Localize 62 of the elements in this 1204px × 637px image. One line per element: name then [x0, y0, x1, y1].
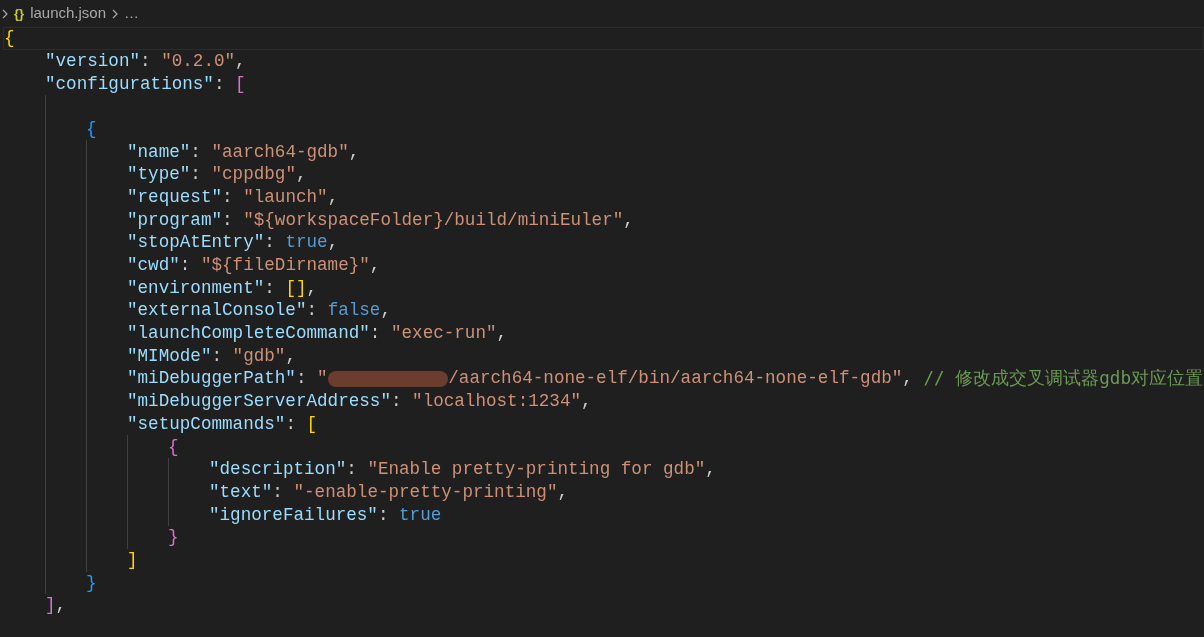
code-string: "0.2.0": [161, 49, 236, 73]
code-punct: :: [211, 344, 224, 368]
code-punct: ,: [235, 49, 246, 73]
code-punct: ,: [705, 458, 716, 482]
code-string: "-enable-pretty-printing": [293, 480, 558, 504]
code-punct: :: [190, 140, 202, 164]
code-string: "exec-run": [390, 322, 497, 346]
code-punct: :: [285, 412, 297, 436]
code-punct: ,: [55, 594, 67, 618]
chevron-icon: [2, 8, 8, 19]
code-punct: :: [369, 322, 382, 346]
code-punct: :: [222, 185, 234, 209]
json-file-icon: {}: [14, 3, 25, 24]
code-punct: :: [272, 480, 284, 504]
code-punct: ,: [623, 208, 634, 232]
code-string: "${workspaceFolder}/build/miniEuler": [243, 208, 624, 232]
code-bracket: {: [168, 435, 179, 459]
chevron-icon: [112, 8, 118, 19]
code-punct: ,: [557, 480, 568, 504]
code-bracket: [: [235, 72, 246, 96]
code-punct: ,: [295, 163, 307, 187]
code-bracket: ]: [127, 548, 138, 572]
code-string: "gdb": [232, 344, 286, 368]
breadcrumb-item[interactable]: launch.json: [30, 2, 106, 25]
code-bracket: }: [86, 571, 97, 595]
code-punct: :: [306, 299, 319, 323]
code-punct: ,: [581, 390, 592, 414]
code-punct: ,: [496, 322, 508, 346]
code-bracket: [: [306, 412, 318, 436]
code-string: "localhost:1234": [412, 390, 581, 414]
code-punct: ,: [348, 140, 360, 164]
code-punct: :: [264, 231, 276, 255]
code-bracket: ]: [45, 594, 56, 618]
code-string: /aarch64-none-elf/bin/aarch64-none-elf-gdb": [448, 367, 903, 391]
code-punct: :: [377, 503, 390, 527]
code-string: ": [317, 367, 328, 391]
code-bracket: {: [4, 27, 15, 51]
code-punct: :: [222, 208, 234, 232]
code-punct: :: [346, 458, 358, 482]
code-punct: ,: [380, 299, 391, 323]
code-punct: :: [390, 390, 403, 414]
code-punct: ,: [327, 185, 339, 209]
code-punct: ,: [369, 254, 381, 278]
code-punct: ,: [327, 231, 339, 255]
code-bracket: {: [86, 117, 97, 141]
code-punct: :: [264, 276, 276, 300]
code-punct: ,: [285, 344, 296, 368]
code-bracket: []: [285, 276, 307, 300]
code-punct: ,: [902, 367, 914, 391]
code-punct: :: [213, 72, 226, 96]
code-bool: true: [285, 231, 328, 255]
code-string: "Enable pretty-printing for gdb": [367, 458, 706, 482]
code-comment: // 修改成交叉调试器gdb对应位置: [923, 367, 1203, 391]
code-bool: false: [327, 299, 381, 323]
code-bracket: }: [168, 526, 179, 550]
code-punct: ,: [306, 276, 318, 300]
code-bool: true: [399, 503, 442, 527]
code-punct: :: [295, 367, 308, 391]
code-punct: :: [140, 49, 152, 73]
code-string: "launch": [243, 185, 328, 209]
breadcrumb-item[interactable]: …: [124, 2, 139, 25]
code-string: "aarch64-gdb": [211, 140, 349, 164]
